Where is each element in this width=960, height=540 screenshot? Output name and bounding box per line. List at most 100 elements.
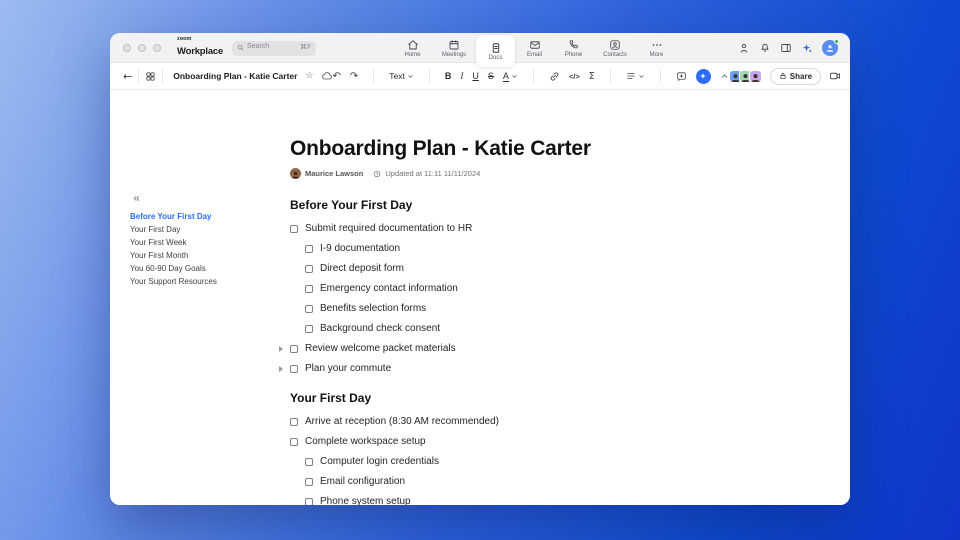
presence-avatars[interactable] xyxy=(728,69,762,83)
zoom-workplace-logo: zoom Workplace xyxy=(177,36,223,59)
presence-avatar-3[interactable] xyxy=(748,69,762,83)
collapse-outline-icon[interactable] xyxy=(132,194,275,203)
doc-page: Onboarding Plan - Katie Carter Maurice L… xyxy=(279,90,730,505)
bold-button[interactable]: B xyxy=(445,71,452,81)
close-window-button[interactable] xyxy=(123,43,131,52)
redo-button[interactable]: ↷ xyxy=(350,71,358,82)
collapse-toolbar-icon[interactable] xyxy=(720,72,729,81)
checklist: Submit required documentation to HR I-9 d… xyxy=(279,219,730,379)
doc-content: Before Your First Day Your First Day Your … xyxy=(110,90,850,505)
share-button[interactable]: Share xyxy=(769,67,822,85)
checklist-row: Email configuration xyxy=(305,472,730,492)
italic-button[interactable]: I xyxy=(460,71,463,81)
outline-item-you-60-90-day-goals[interactable]: You 60-90 Day Goals xyxy=(130,262,275,275)
checkbox[interactable] xyxy=(305,265,313,273)
outline-item-before-your-first-day[interactable]: Before Your First Day xyxy=(130,210,275,223)
add-comment-icon[interactable] xyxy=(676,71,687,82)
checkbox[interactable] xyxy=(305,285,313,293)
mail-icon xyxy=(529,39,541,51)
author-avatar xyxy=(290,168,301,179)
checklist-item-text[interactable]: Complete workspace setup xyxy=(305,436,426,448)
ai-companion-sparkle-icon[interactable] xyxy=(801,42,813,54)
checklist-row: I-9 documentation xyxy=(305,239,730,259)
nav-tabs: Home Meetings Docs Email Phone Contacts More xyxy=(393,33,676,67)
checklist-item-text[interactable]: Email configuration xyxy=(320,476,405,488)
list-icon xyxy=(627,73,635,79)
checklist-item-text[interactable]: Background check consent xyxy=(320,323,440,335)
strikethrough-button[interactable]: S xyxy=(488,71,494,81)
tab-label: Home xyxy=(404,51,421,58)
list-format-dropdown[interactable] xyxy=(626,71,645,81)
tab-docs[interactable]: Docs xyxy=(476,35,515,67)
author-name: Maurice Lawson xyxy=(305,169,364,178)
checklist-item-text[interactable]: I-9 documentation xyxy=(320,243,400,255)
checklist-item-text[interactable]: Benefits selection forms xyxy=(320,303,426,315)
checkbox[interactable] xyxy=(305,245,313,253)
side-panel-toggle-icon[interactable] xyxy=(780,42,792,54)
outline-item-your-first-month[interactable]: Your First Month xyxy=(130,249,275,262)
apps-grid-icon[interactable] xyxy=(145,71,156,82)
checkbox[interactable] xyxy=(305,478,313,486)
checklist-item-text[interactable]: Arrive at reception (8:30 AM recommended… xyxy=(305,416,499,428)
doc-back-button[interactable]: ← xyxy=(123,70,132,83)
link-icon[interactable] xyxy=(549,71,560,82)
outline-item-your-first-week[interactable]: Your First Week xyxy=(130,236,275,249)
notifications-bell-icon[interactable] xyxy=(759,42,771,54)
home-icon xyxy=(407,39,419,51)
checklist-item-text[interactable]: Computer login credentials xyxy=(320,456,439,468)
tab-more[interactable]: More xyxy=(637,33,676,63)
chat-bubble-icon[interactable] xyxy=(849,71,850,82)
contacts-icon xyxy=(609,39,621,51)
app-window: zoom Workplace ‹ › Search ⌘F HomeMeeting… xyxy=(110,33,850,505)
code-block-button[interactable]: </> xyxy=(569,72,580,81)
checkbox[interactable] xyxy=(305,458,313,466)
checklist-item-text[interactable]: Phone system setup xyxy=(320,496,411,505)
user-avatar[interactable] xyxy=(822,39,839,56)
checklist-item-text[interactable]: Plan your commute xyxy=(305,363,391,375)
checkbox[interactable] xyxy=(305,305,313,313)
text-color-dropdown[interactable]: A xyxy=(502,71,518,82)
underline-button[interactable]: U xyxy=(472,71,479,81)
checkbox[interactable] xyxy=(305,498,313,505)
search-input[interactable]: Search ⌘F xyxy=(232,41,316,56)
search-shortcut: ⌘F xyxy=(299,43,311,51)
text-style-dropdown[interactable]: Text xyxy=(389,71,414,81)
checklist-row: Direct deposit form xyxy=(305,259,730,279)
cloud-saved-icon xyxy=(321,70,333,82)
checklist-item-text[interactable]: Emergency contact information xyxy=(320,283,458,295)
video-camera-icon[interactable] xyxy=(829,70,841,82)
expand-caret-icon[interactable] xyxy=(279,366,283,372)
checkbox[interactable] xyxy=(290,345,298,353)
checklist-item-text[interactable]: Review welcome packet materials xyxy=(305,343,456,355)
checkbox[interactable] xyxy=(290,438,298,446)
profile-icon[interactable] xyxy=(738,42,750,54)
undo-button[interactable]: ↶ xyxy=(333,71,341,82)
tab-contacts[interactable]: Contacts xyxy=(593,33,637,63)
checkbox[interactable] xyxy=(305,325,313,333)
checkbox[interactable] xyxy=(290,418,298,426)
tab-phone[interactable]: Phone xyxy=(554,33,593,63)
outline-item-your-first-day[interactable]: Your First Day xyxy=(130,223,275,236)
checklist-row: Computer login credentials xyxy=(305,452,730,472)
checklist-item-text[interactable]: Direct deposit form xyxy=(320,263,404,275)
checklist-item-text[interactable]: Submit required documentation to HR xyxy=(305,223,472,235)
expand-caret-icon[interactable] xyxy=(279,346,283,352)
checklist-row: Phone system setup xyxy=(305,492,730,505)
tab-label: Meetings xyxy=(441,51,467,58)
outline-item-your-support-resources[interactable]: Your Support Resources xyxy=(130,275,275,288)
checkbox[interactable] xyxy=(290,365,298,373)
collab-tools: Share ··· xyxy=(728,67,850,85)
zoom-window-button[interactable] xyxy=(153,43,161,52)
ai-companion-button[interactable] xyxy=(695,68,711,84)
tab-email[interactable]: Email xyxy=(515,33,554,63)
minimize-window-button[interactable] xyxy=(138,43,146,52)
calendar-icon xyxy=(448,39,460,51)
favorite-star-icon[interactable]: ☆ xyxy=(305,71,313,81)
formula-button[interactable]: Σ xyxy=(589,71,595,82)
tab-home[interactable]: Home xyxy=(393,33,432,63)
checkbox[interactable] xyxy=(290,225,298,233)
doc-title-breadcrumb[interactable]: Onboarding Plan - Katie Carter xyxy=(173,71,297,81)
tab-meetings[interactable]: Meetings xyxy=(432,33,476,63)
search-placeholder: Search xyxy=(247,43,270,50)
checklist-row: Plan your commute xyxy=(279,359,730,379)
